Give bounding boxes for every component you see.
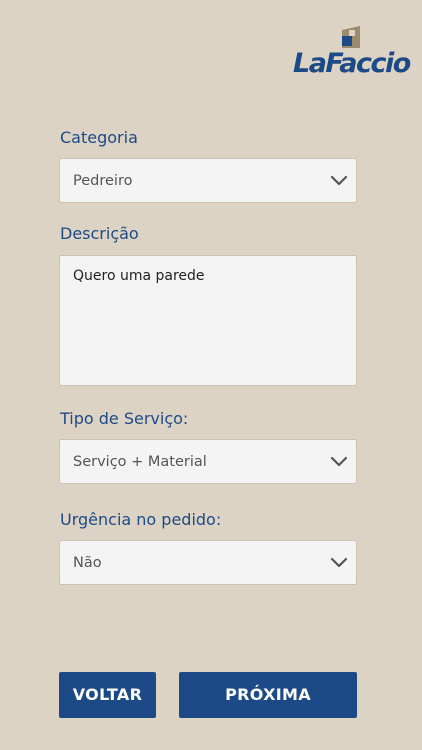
- urgencia-select[interactable]: Não: [59, 540, 357, 585]
- logo-text: LaFaccio: [293, 48, 411, 79]
- descricao-value: Quero uma parede: [73, 268, 205, 284]
- urgencia-label: Urgência no pedido:: [60, 510, 222, 529]
- chevron-down-icon: [330, 175, 348, 186]
- categoria-value: Pedreiro: [73, 173, 133, 189]
- back-button[interactable]: VOLTAR: [59, 672, 156, 718]
- logo: LaFaccio: [292, 26, 411, 84]
- chevron-down-icon: [330, 557, 348, 568]
- tipo-servico-select[interactable]: Serviço + Material: [59, 439, 357, 484]
- urgencia-value: Não: [73, 555, 102, 571]
- tipo-servico-value: Serviço + Material: [73, 454, 207, 470]
- chevron-down-icon: [330, 456, 348, 467]
- categoria-label: Categoria: [60, 128, 138, 147]
- categoria-select[interactable]: Pedreiro: [59, 158, 357, 203]
- descricao-label: Descrição: [60, 224, 139, 243]
- tipo-servico-label: Tipo de Serviço:: [60, 409, 189, 428]
- next-button[interactable]: PRÓXIMA: [179, 672, 357, 718]
- descricao-textarea[interactable]: Quero uma parede: [59, 255, 357, 386]
- lafaccio-cube-icon: [342, 26, 360, 48]
